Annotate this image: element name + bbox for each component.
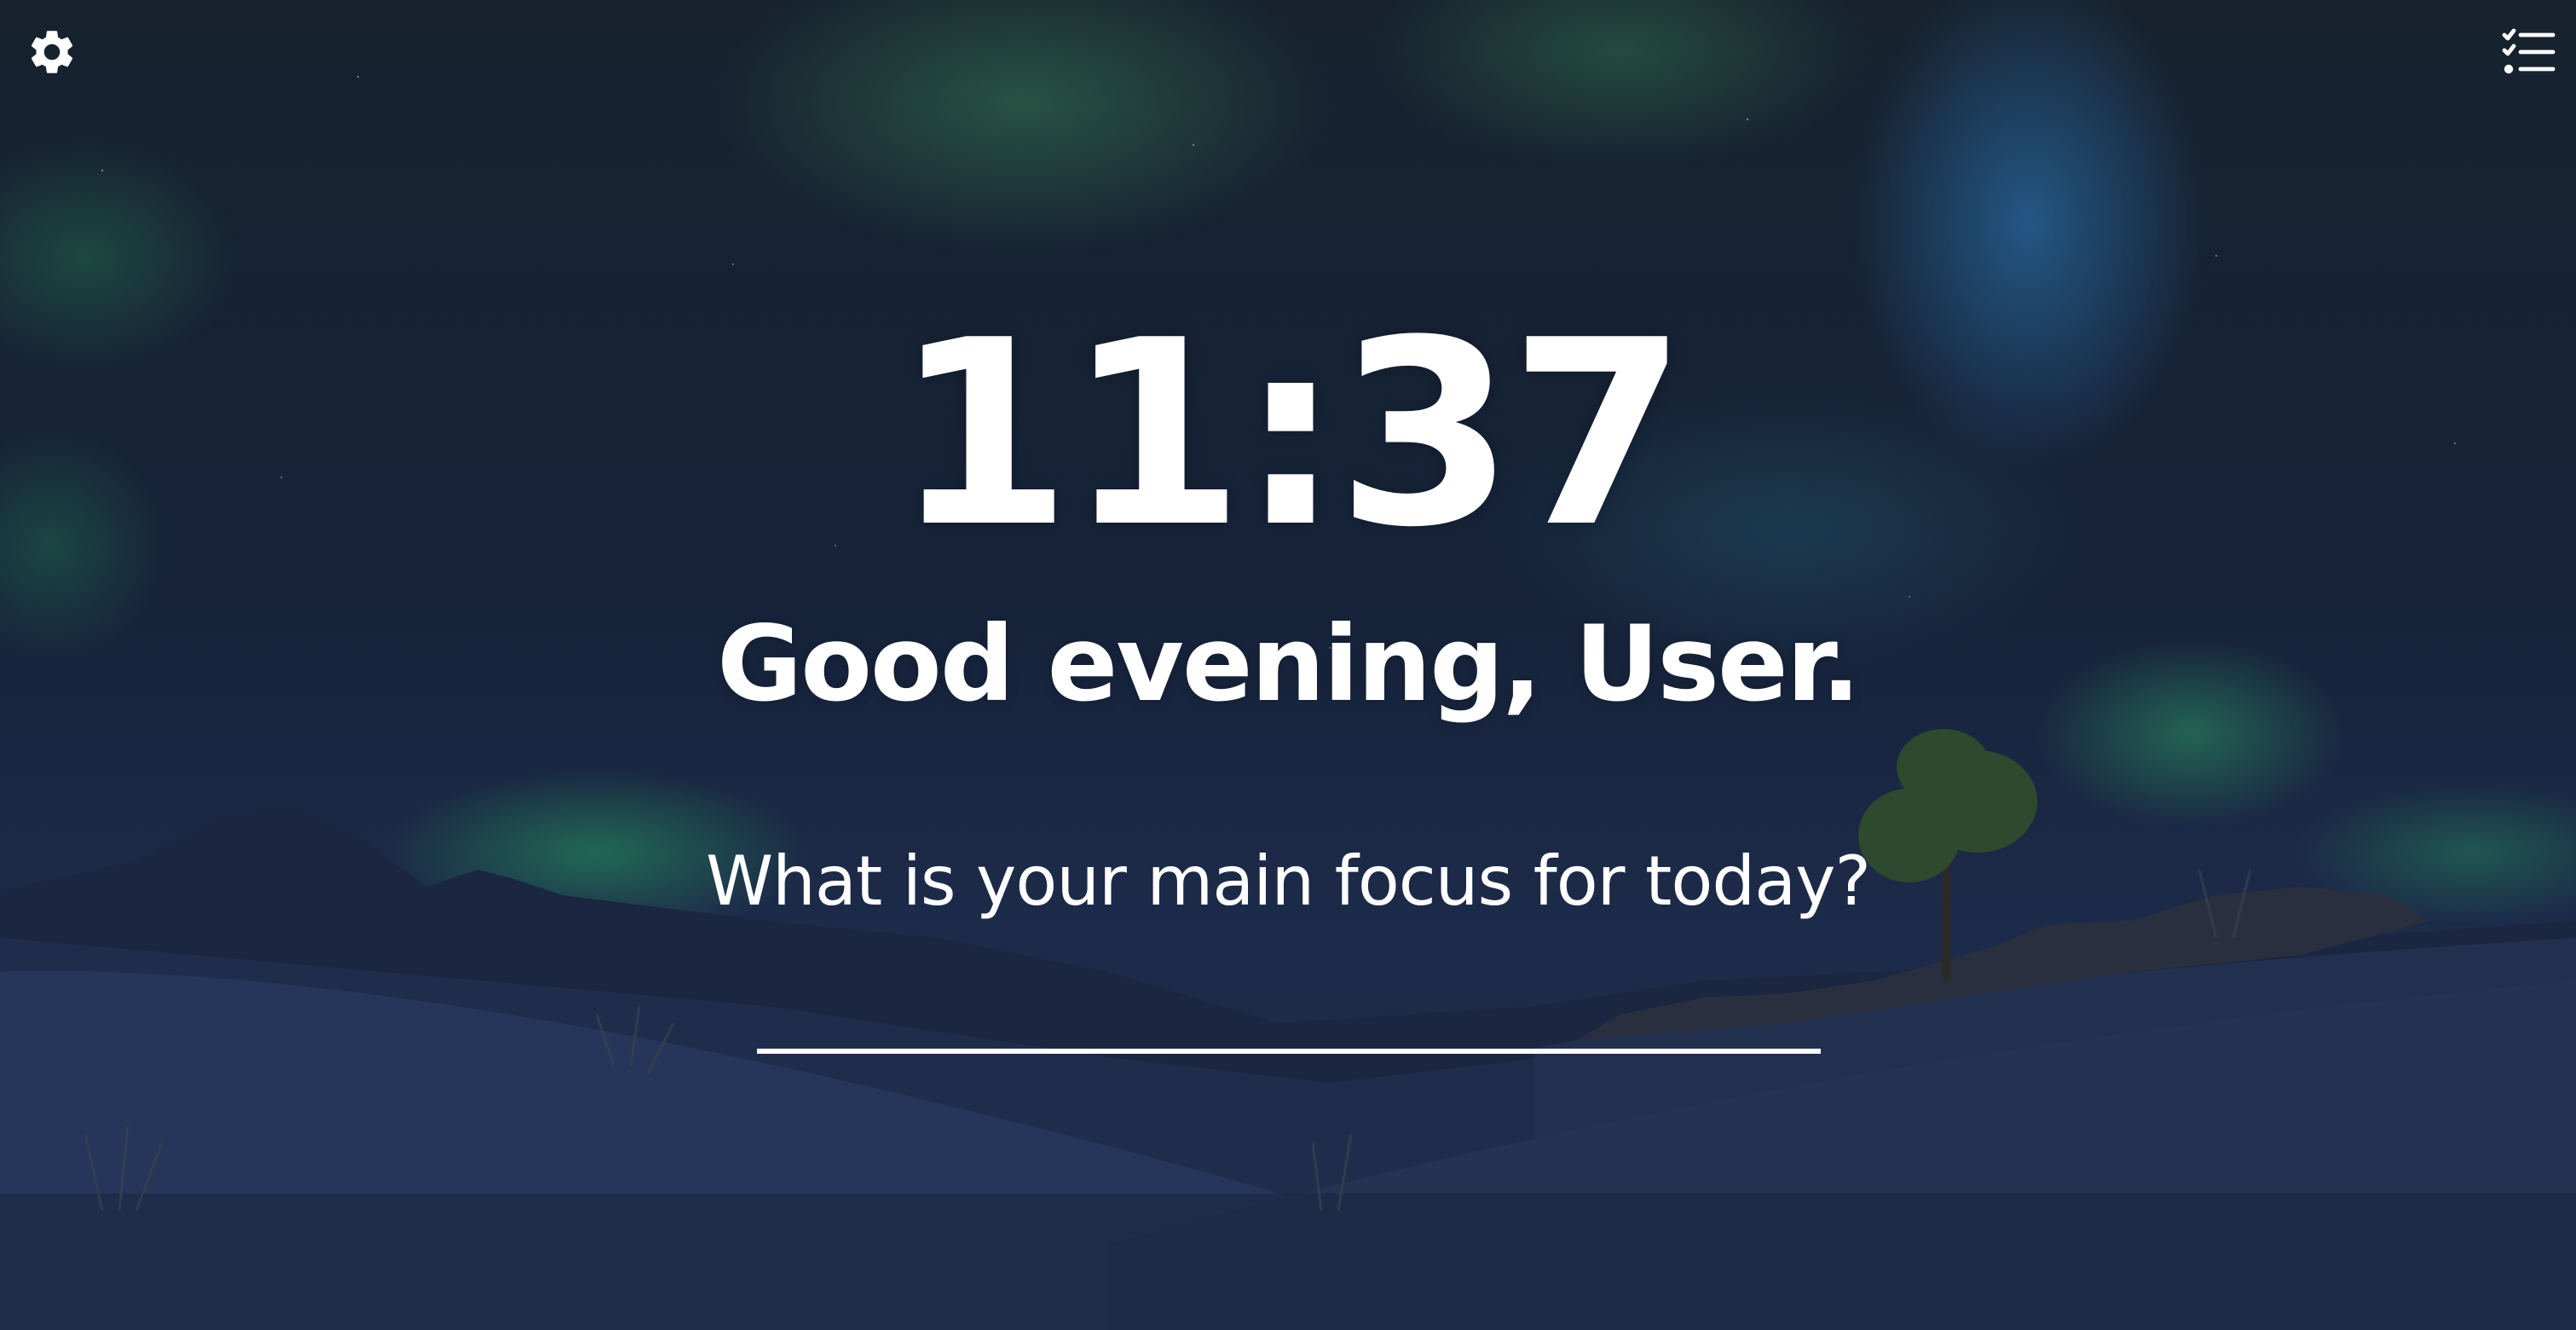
focus-question: What is your main focus for today? [706, 841, 1871, 921]
gear-icon [31, 31, 73, 73]
checklist-icon [2502, 28, 2556, 74]
todo-list-button[interactable] [2499, 22, 2559, 82]
settings-button[interactable] [22, 22, 82, 82]
focus-input[interactable] [757, 980, 1821, 1054]
new-tab-dashboard: 11:37 Good evening, User. What is your m… [0, 0, 2576, 1330]
foreground-shade [0, 1194, 2576, 1330]
greeting-text: Good evening, User. [717, 604, 1861, 725]
clock-time: 11:37 [893, 286, 1688, 583]
